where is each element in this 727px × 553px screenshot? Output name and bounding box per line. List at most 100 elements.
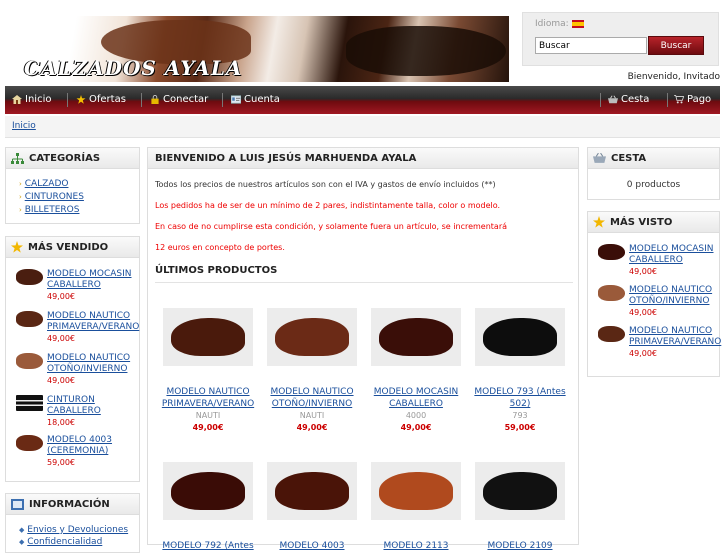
product-thumbnail[interactable] <box>598 244 625 260</box>
most-viewed-item: MODELO NAUTICO OTOÑO/INVIERNO 49,00€ <box>598 285 712 318</box>
breadcrumb-home-link[interactable]: Inicio <box>12 121 36 131</box>
nav-label: Conectar <box>163 94 209 105</box>
language-label: Idioma: <box>535 19 569 29</box>
latest-products-title: ÚLTIMOS PRODUCTOS <box>155 265 278 276</box>
product-price: 49,00€ <box>47 292 75 301</box>
product-image[interactable] <box>371 462 461 520</box>
site-logo[interactable]: CALZADOS AYALA <box>24 56 242 80</box>
bullet-icon: › <box>19 193 22 201</box>
product-image[interactable] <box>163 462 253 520</box>
product-link[interactable]: MODELO MOCASIN CABALLERO <box>629 244 714 265</box>
search-box: Idioma: Buscar <box>522 12 719 66</box>
product-link[interactable]: MODELO 792 (Antes <box>158 540 258 552</box>
star-icon <box>76 95 86 104</box>
product-link[interactable]: MODELO MOCASIN CABALLERO <box>47 269 132 290</box>
product-link[interactable]: MODELO 793 (Antes 502) <box>470 386 570 410</box>
categories-title: CATEGORÍAS <box>29 152 101 164</box>
product-thumbnail[interactable] <box>598 285 625 301</box>
cart-box: CESTA 0 productos <box>587 147 720 200</box>
category-item: › CALZADO <box>19 178 84 191</box>
product-thumbnail[interactable] <box>598 326 625 342</box>
product-link[interactable]: MODELO NAUTICO PRIMAVERA/VERANO <box>158 386 258 410</box>
product-thumbnail[interactable] <box>16 435 43 451</box>
product-image[interactable] <box>475 308 565 366</box>
product-ref: 4000 <box>405 411 427 420</box>
nav-home[interactable]: Inicio <box>12 94 51 105</box>
product-link[interactable]: MODELO NAUTICO OTOÑO/INVIERNO <box>262 386 362 410</box>
product-link[interactable]: MODELO NAUTICO OTOÑO/INVIERNO <box>47 353 130 374</box>
sitemap-icon <box>11 152 24 164</box>
search-input[interactable] <box>535 37 647 54</box>
lock-icon <box>151 95 159 104</box>
product-link[interactable]: MODELO NAUTICO PRIMAVERA/VERANO <box>47 311 139 332</box>
product-thumbnail[interactable] <box>16 311 43 327</box>
notice-paragraph: Los pedidos ha de ser de un mínimo de 2 … <box>155 201 501 210</box>
product-link[interactable]: MODELO 2109 <box>470 540 570 552</box>
information-box: INFORMACIÓN ◆ Envios y Devoluciones ◆ Co… <box>5 493 140 553</box>
product-info: MODELO NAUTICO OTOÑO/INVIERNO 49,00€ <box>629 285 712 318</box>
product-image[interactable] <box>371 308 461 366</box>
basket-icon <box>608 95 618 104</box>
product-card: MODELO 2109 <box>470 462 570 552</box>
nav-checkout[interactable]: Pago <box>674 94 711 105</box>
product-link[interactable]: MODELO NAUTICO OTOÑO/INVIERNO <box>629 285 712 306</box>
best-sellers-box: MÁS VENDIDO MODELO MOCASIN CABALLERO 49,00… <box>5 236 140 482</box>
nav-divider <box>222 93 223 107</box>
product-link[interactable]: MODELO 2113 <box>366 540 466 552</box>
nav-login[interactable]: Conectar <box>150 94 208 105</box>
product-ref: NAUTI <box>195 411 221 420</box>
product-price: 49,00€ <box>400 423 432 432</box>
product-price: 49,00€ <box>296 423 328 432</box>
product-card: MODELO MOCASIN CABALLERO 4000 49,00€ <box>366 308 466 432</box>
notice-paragraph: En caso de no cumplirse esta condición, … <box>155 222 508 231</box>
best-sellers-title: MÁS VENDIDO <box>28 241 109 253</box>
product-image[interactable] <box>475 462 565 520</box>
product-image[interactable] <box>267 308 357 366</box>
product-link[interactable]: MODELO 4003 (CEREMONIA) <box>47 435 112 456</box>
information-title: INFORMACIÓN <box>29 498 110 510</box>
product-info: MODELO MOCASIN CABALLERO 49,00€ <box>629 244 714 277</box>
product-thumbnail[interactable] <box>16 269 43 285</box>
product-info: MODELO 4003 (CEREMONIA) 59,00€ <box>47 435 112 468</box>
category-item: › CINTURONES <box>19 191 84 204</box>
information-link[interactable]: Confidencialidad <box>27 537 102 547</box>
nav-label: Cuenta <box>244 94 280 105</box>
product-card: MODELO 793 (Antes 502) 793 59,00€ <box>470 308 570 432</box>
book-icon <box>11 498 24 510</box>
product-price: 49,00€ <box>629 349 657 358</box>
product-price: 49,00€ <box>629 308 657 317</box>
product-link[interactable]: MODELO NAUTICO PRIMAVERA/VERANO <box>629 326 721 347</box>
nav-divider <box>600 93 601 107</box>
product-info: MODELO NAUTICO PRIMAVERA/VERANO 49,00€ <box>47 311 139 344</box>
product-card: MODELO 4003 <box>262 462 362 552</box>
spain-flag-icon[interactable] <box>571 19 584 28</box>
search-button[interactable]: Buscar <box>648 36 704 55</box>
star-icon <box>11 241 23 253</box>
product-link[interactable]: MODELO 4003 <box>262 540 362 552</box>
product-card: MODELO NAUTICO OTOÑO/INVIERNO NAUTI 49,00… <box>262 308 362 432</box>
product-image[interactable] <box>267 462 357 520</box>
categories-box: CATEGORÍAS › CALZADO › CINTURONES › BILL… <box>5 147 140 224</box>
cart-title: CESTA <box>611 152 647 164</box>
category-link[interactable]: BILLETEROS <box>25 205 80 215</box>
main-header: BIENVENIDO A LUIS JESÚS MARHUENDA AYALA <box>148 148 578 169</box>
product-image[interactable] <box>163 308 253 366</box>
product-thumbnail[interactable] <box>16 395 43 411</box>
category-link[interactable]: CALZADO <box>25 179 69 189</box>
product-link[interactable]: CINTURON CABALLERO <box>47 395 101 416</box>
most-viewed-item: MODELO MOCASIN CABALLERO 49,00€ <box>598 244 714 277</box>
best-seller-item: MODELO NAUTICO OTOÑO/INVIERNO 49,00€ <box>16 353 130 386</box>
product-info: CINTURON CABALLERO 18,00€ <box>47 395 101 428</box>
information-item: ◆ Confidencialidad <box>19 536 128 548</box>
basket-icon <box>593 153 606 163</box>
information-link[interactable]: Envios y Devoluciones <box>27 525 128 535</box>
cart-icon <box>674 95 684 104</box>
product-link[interactable]: MODELO MOCASIN CABALLERO <box>366 386 466 410</box>
product-ref: NAUTI <box>299 411 325 420</box>
nav-account[interactable]: Cuenta <box>231 94 280 105</box>
nav-basket[interactable]: Cesta <box>608 94 649 105</box>
category-link[interactable]: CINTURONES <box>25 192 84 202</box>
product-thumbnail[interactable] <box>16 353 43 369</box>
breadcrumb: Inicio <box>5 116 720 138</box>
nav-offers[interactable]: Ofertas <box>76 94 126 105</box>
